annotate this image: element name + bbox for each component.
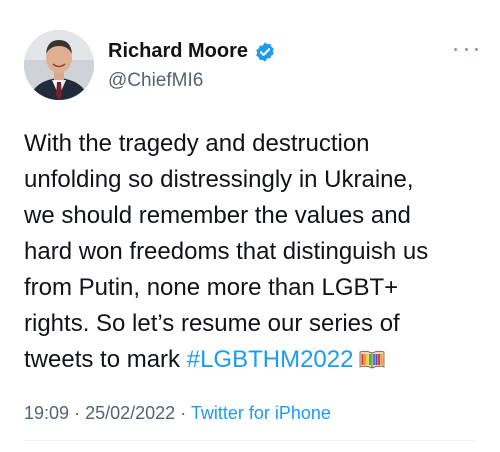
tweet-line: unfolding so distressingly in Ukraine, (24, 166, 414, 193)
verified-badge-icon (256, 41, 274, 62)
author-handle[interactable]: @ChiefMI6 (108, 70, 203, 92)
meta-separator: · (74, 403, 81, 423)
hashtag-link[interactable]: #LGBTHM2022 (187, 346, 354, 373)
tweet-line: from Putin, none more than LGBT+ (24, 274, 399, 301)
tweet-line: tweets to mark (24, 346, 187, 373)
meta-separator: · (180, 403, 187, 423)
tweet-line: With the tragedy and destruction (24, 130, 370, 157)
tweet-line: we should remember the values and (24, 202, 411, 229)
tweet-line: rights. So let’s resume our series of (24, 310, 400, 337)
tweet-meta: 19:09 · 25/02/2022 · Twitter for iPhone (24, 403, 331, 424)
tweet-line-last: tweets to mark #LGBTHM2022 (24, 342, 484, 378)
author-name[interactable]: Richard Moore (108, 40, 248, 63)
tweet-date[interactable]: 25/02/2022 (85, 403, 175, 423)
divider (24, 440, 476, 441)
tweet-line: hard won freedoms that distinguish us (24, 238, 429, 265)
rainbow-book-icon (360, 350, 385, 369)
tweet-card: Richard Moore @ChiefMI6 With the tragedy… (0, 0, 500, 452)
tweet-time[interactable]: 19:09 (24, 403, 69, 423)
author-name-row: Richard Moore (108, 40, 276, 63)
more-options-icon[interactable] (454, 43, 478, 55)
tweet-text: With the tragedy and destruction unfoldi… (24, 126, 484, 378)
avatar[interactable] (24, 30, 94, 100)
profile-photo-icon (24, 30, 94, 100)
tweet-source-link[interactable]: Twitter for iPhone (191, 403, 331, 423)
